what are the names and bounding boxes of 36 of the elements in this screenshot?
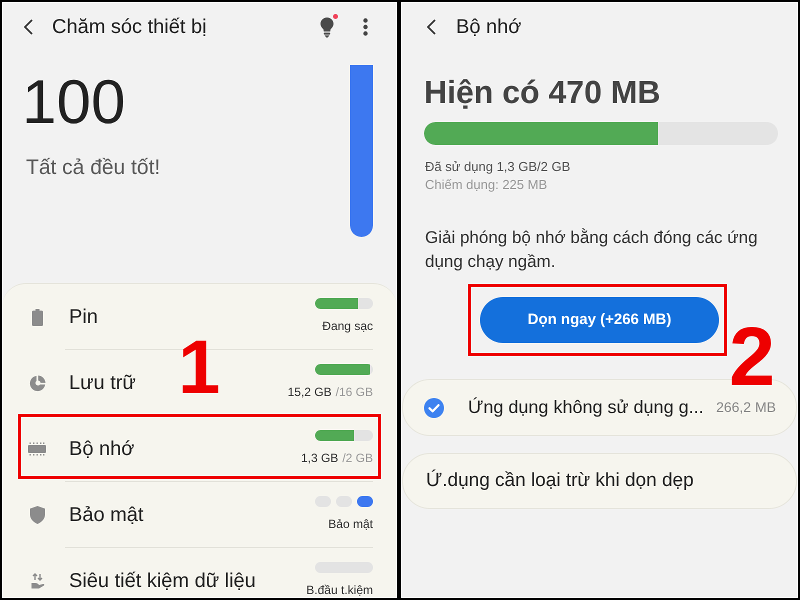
occupied-memory-text: Chiếm dụng: 225 MB	[425, 176, 548, 194]
description-text: Giải phóng bộ nhớ bằng cách đóng các ứng dụng chạy ngầm.	[425, 227, 759, 273]
item-total: /16 GB	[336, 384, 373, 400]
item-label[interactable]: Siêu tiết kiệm dữ liệu	[65, 566, 256, 596]
more-options-icon[interactable]	[363, 18, 368, 36]
score-value: 100	[22, 72, 126, 134]
back-icon[interactable]	[24, 19, 33, 35]
status-text: Tất cả đều tốt!	[26, 155, 160, 181]
item-label[interactable]: Lưu trữ	[65, 368, 136, 398]
step-number: 1	[178, 330, 220, 406]
item-reading: Đang sạc	[322, 318, 373, 334]
item-label[interactable]: Pin	[65, 302, 98, 332]
option-label: Ứ.dụng cần loại trừ khi dọn dẹp	[426, 468, 694, 493]
clean-now-button[interactable]: Dọn ngay (+266 MB)	[480, 297, 719, 343]
data-saver-icon	[31, 573, 45, 589]
item-label[interactable]: Bộ nhớ	[65, 434, 134, 464]
option-label: Ứng dụng không sử dụng g...	[468, 396, 704, 419]
item-reading: B.đầu t.kiệm	[306, 582, 373, 598]
screen-title: Bộ nhớ	[456, 15, 522, 40]
screen-title: Chăm sóc thiết bị	[52, 15, 207, 40]
item-label[interactable]: Bảo mật	[65, 500, 144, 530]
lightbulb-icon[interactable]	[320, 16, 334, 38]
available-memory: Hiện có 470 MB	[424, 76, 661, 108]
shield-icon	[30, 506, 45, 524]
pie-chart-icon	[29, 374, 46, 392]
item-total: /2 GB	[342, 450, 373, 466]
checkbox-checked-icon[interactable]	[424, 398, 444, 418]
option-card[interactable]: Ứ.dụng cần loại trừ khi dọn dẹp	[402, 453, 797, 509]
used-memory-text: Đã sử dụng 1,3 GB/2 GB	[425, 158, 570, 176]
item-reading: 15,2 GB	[288, 384, 332, 400]
battery-icon	[32, 308, 43, 326]
memory-chip-icon	[28, 442, 46, 456]
option-size: 266,2 MB	[716, 398, 776, 417]
back-icon[interactable]	[427, 19, 436, 35]
item-reading: Bảo mật	[328, 516, 373, 532]
item-reading: 1,3 GB	[300, 450, 338, 466]
